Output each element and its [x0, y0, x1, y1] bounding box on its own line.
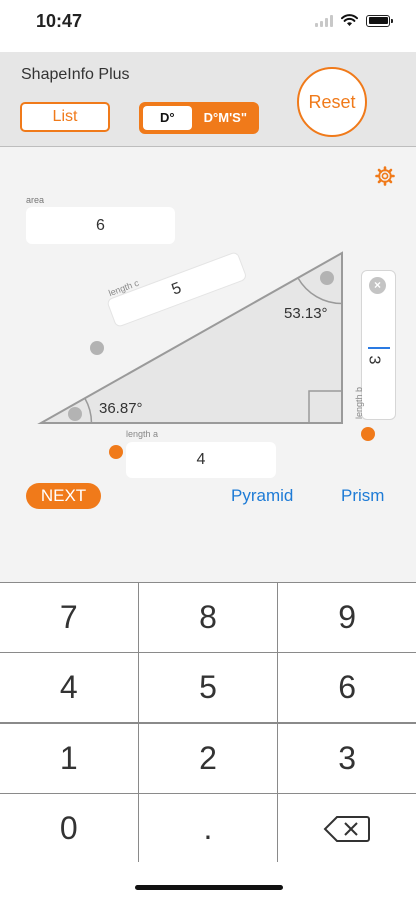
angle-handle-bottom-left[interactable] [68, 407, 82, 421]
backspace-icon [323, 815, 371, 842]
length-b-value: 3 [365, 355, 383, 365]
bottom-safe-area [0, 862, 416, 900]
key-1[interactable]: 1 [0, 723, 138, 793]
length-b-handle[interactable] [361, 427, 375, 441]
clear-icon[interactable]: × [369, 277, 386, 294]
angle-bottom-left: 36.87° [99, 400, 143, 417]
length-b-label: length b [354, 386, 364, 419]
length-c-handle[interactable] [90, 341, 104, 355]
key-9[interactable]: 9 [278, 583, 416, 652]
angle-top-right: 53.13° [284, 305, 328, 322]
text-caret [368, 347, 390, 349]
key-8[interactable]: 8 [139, 583, 277, 652]
pyramid-link[interactable]: Pyramid [231, 486, 293, 506]
key-decimal[interactable]: . [139, 794, 277, 863]
home-indicator[interactable] [135, 885, 283, 890]
angle-handle-top-right[interactable] [320, 271, 334, 285]
length-a-handle[interactable] [109, 445, 123, 459]
key-5[interactable]: 5 [139, 653, 277, 723]
numeric-keypad: 7 8 9 4 5 6 1 2 3 0 . [0, 582, 416, 863]
key-6[interactable]: 6 [278, 653, 416, 723]
key-2[interactable]: 2 [139, 723, 277, 793]
key-7[interactable]: 7 [0, 583, 138, 652]
key-0[interactable]: 0 [0, 794, 138, 863]
next-button[interactable]: NEXT [26, 483, 101, 509]
backspace-key[interactable] [278, 794, 416, 863]
length-a-field[interactable]: 4 [126, 442, 276, 478]
prism-link[interactable]: Prism [341, 486, 384, 506]
length-a-label: length a [126, 429, 159, 439]
key-3[interactable]: 3 [278, 723, 416, 793]
key-4[interactable]: 4 [0, 653, 138, 723]
